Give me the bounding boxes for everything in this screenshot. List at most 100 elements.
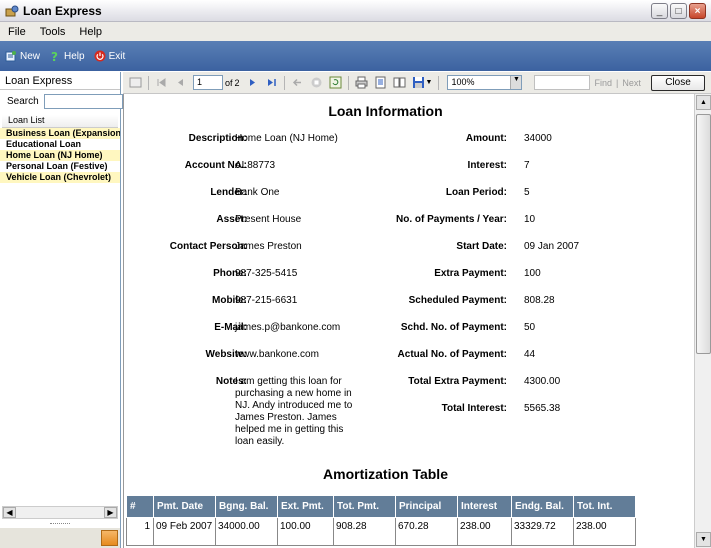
table-cell: 238.00 xyxy=(457,517,512,546)
splitter-grip[interactable] xyxy=(50,523,70,526)
field-value: 987-215-6631 xyxy=(235,295,298,306)
new-button-label: New xyxy=(20,50,41,62)
field-value: James Preston xyxy=(235,241,302,252)
field-value: Present House xyxy=(235,214,302,225)
search-label: Search xyxy=(7,95,39,107)
zoom-value: 100% xyxy=(451,77,475,87)
close-report-button[interactable]: Close xyxy=(651,75,705,91)
field-value: james.p@bankone.com xyxy=(235,322,341,333)
menu-bar: File Tools Help xyxy=(0,22,711,41)
report-page: Loan Information Description: Home Loan … xyxy=(123,94,694,548)
field-label: E-Mail: xyxy=(214,322,247,333)
field-value: 10 xyxy=(524,214,536,225)
previous-page-icon[interactable] xyxy=(174,76,187,89)
last-page-icon[interactable] xyxy=(265,76,278,89)
notes-value: I am getting this loan for purchasing a … xyxy=(235,376,353,447)
column-header: Principal xyxy=(395,495,458,518)
export-dropdown-icon[interactable]: ▼ xyxy=(426,79,433,86)
field-label: Extra Payment: xyxy=(434,268,507,279)
page-of-label: of xyxy=(225,77,233,88)
horizontal-scrollbar[interactable]: ◀ ▶ xyxy=(2,506,118,519)
exit-button[interactable]: Exit xyxy=(94,50,126,62)
field-value: 808.28 xyxy=(524,295,555,306)
close-window-button[interactable]: × xyxy=(689,3,706,19)
column-header: Ext. Pmt. xyxy=(277,495,334,518)
table-cell: 908.28 xyxy=(333,517,396,546)
page-number-input[interactable]: 1 xyxy=(193,75,223,90)
separator xyxy=(438,75,440,90)
field-label: Amount: xyxy=(465,133,507,144)
field-label: Notes: xyxy=(215,376,247,387)
table-cell: 238.00 xyxy=(573,517,636,546)
vertical-scrollbar[interactable]: ▲ ▼ xyxy=(694,94,711,548)
scroll-left-icon[interactable]: ◀ xyxy=(3,507,16,518)
panel-toggle-button[interactable] xyxy=(101,530,118,546)
find-input[interactable] xyxy=(534,75,591,90)
column-header: Interest xyxy=(457,495,512,518)
field-value: 50 xyxy=(524,322,536,333)
export-icon[interactable] xyxy=(412,76,425,89)
page-total: 2 xyxy=(234,77,240,88)
separator xyxy=(283,75,285,90)
table-cell: 33329.72 xyxy=(511,517,574,546)
print-icon[interactable] xyxy=(355,76,368,89)
sidebar: Loan Express Search Loan List Business L… xyxy=(0,72,123,548)
field-value: 5565.38 xyxy=(524,403,561,414)
column-header: Tot. Pmt. xyxy=(333,495,396,518)
help-button[interactable]: ? Help xyxy=(49,50,85,64)
chevron-down-icon[interactable]: ▼ xyxy=(510,76,522,89)
exit-button-label: Exit xyxy=(108,50,126,62)
field-value: Home Loan (NJ Home) xyxy=(235,133,338,144)
table-cell: 09 Feb 2007 xyxy=(153,517,216,546)
list-item[interactable]: Personal Loan (Festive) xyxy=(0,161,120,172)
find-link[interactable]: Find xyxy=(594,78,612,88)
table-cell: 34000.00 xyxy=(215,517,278,546)
app-icon xyxy=(5,4,19,18)
menu-file[interactable]: File xyxy=(8,26,26,38)
report-title: Loan Information xyxy=(328,103,443,119)
page-setup-icon[interactable] xyxy=(393,76,406,89)
refresh-icon[interactable] xyxy=(329,76,342,89)
field-value: AL88773 xyxy=(235,160,276,171)
field-label: Account No.: xyxy=(184,160,247,171)
field-label: Schd. No. of Payment: xyxy=(400,322,507,333)
print-layout-icon[interactable] xyxy=(374,76,387,89)
field-label: Phone: xyxy=(213,268,247,279)
amortization-title: Amortization Table xyxy=(323,466,448,482)
list-item[interactable]: Business Loan (Expansion) xyxy=(0,128,120,139)
field-value: 7 xyxy=(524,160,530,171)
field-label: Mobile: xyxy=(212,295,247,306)
back-icon[interactable] xyxy=(291,76,304,89)
list-item[interactable]: Vehicle Loan (Chevrolet) xyxy=(0,172,120,183)
first-page-icon[interactable] xyxy=(155,76,168,89)
field-label: Lender: xyxy=(210,187,247,198)
list-item[interactable]: Home Loan (NJ Home) xyxy=(0,150,120,161)
field-label: No. of Payments / Year: xyxy=(396,214,507,225)
svg-text:?: ? xyxy=(51,50,58,62)
zoom-select[interactable]: 100% ▼ xyxy=(447,75,523,90)
new-button[interactable]: New xyxy=(5,50,40,62)
list-item[interactable]: Educational Loan xyxy=(0,139,120,150)
menu-help[interactable]: Help xyxy=(79,26,102,38)
scroll-thumb[interactable] xyxy=(696,114,711,354)
minimize-button[interactable]: _ xyxy=(651,3,668,19)
document-map-icon[interactable] xyxy=(129,76,142,89)
field-value: 4300.00 xyxy=(524,376,561,387)
menu-tools[interactable]: Tools xyxy=(40,26,66,38)
search-input[interactable] xyxy=(43,93,123,109)
amortization-table: # Pmt. Date Bgng. Bal. Ext. Pmt. Tot. Pm… xyxy=(126,495,636,546)
find-next-link[interactable]: Next xyxy=(622,78,641,88)
scroll-up-icon[interactable]: ▲ xyxy=(696,95,711,110)
report-toolbar: 1 of 2 ▼ 100% ▼ Find | Next Close xyxy=(123,72,711,94)
next-page-icon[interactable] xyxy=(246,76,259,89)
new-icon xyxy=(5,50,17,62)
maximize-button[interactable]: □ xyxy=(670,3,687,19)
table-cell: 100.00 xyxy=(277,517,334,546)
scroll-down-icon[interactable]: ▼ xyxy=(696,532,711,547)
sidebar-bottom-bar xyxy=(0,528,120,548)
field-label: Scheduled Payment: xyxy=(408,295,507,306)
scroll-right-icon[interactable]: ▶ xyxy=(104,507,117,518)
stop-icon[interactable] xyxy=(310,76,323,89)
field-value: www.bankone.com xyxy=(235,349,319,360)
field-value: 5 xyxy=(524,187,530,198)
